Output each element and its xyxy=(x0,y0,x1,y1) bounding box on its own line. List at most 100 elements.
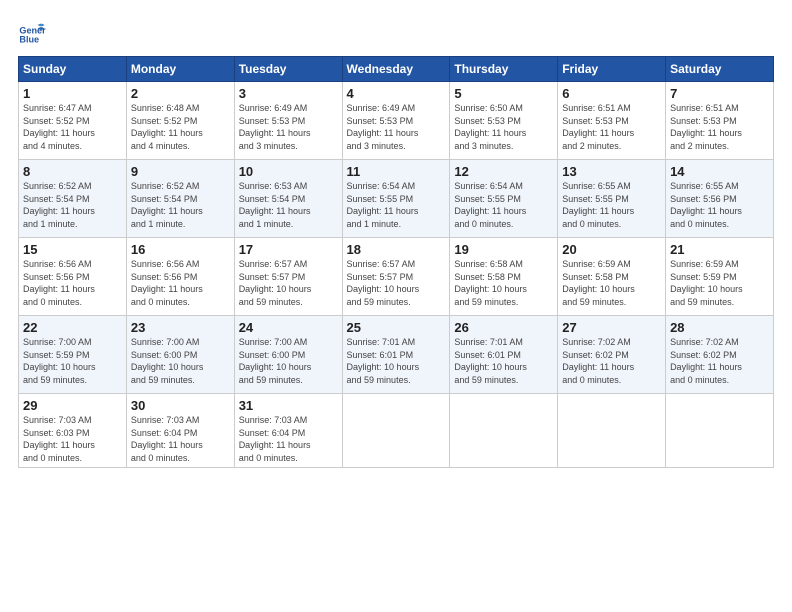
weekday-header-row: SundayMondayTuesdayWednesdayThursdayFrid… xyxy=(19,57,774,82)
day-number: 17 xyxy=(239,242,338,257)
day-info: Sunrise: 6:49 AM Sunset: 5:53 PM Dayligh… xyxy=(347,102,446,152)
day-info: Sunrise: 7:00 AM Sunset: 6:00 PM Dayligh… xyxy=(239,336,338,386)
weekday-header-wednesday: Wednesday xyxy=(342,57,450,82)
day-info: Sunrise: 7:00 AM Sunset: 5:59 PM Dayligh… xyxy=(23,336,122,386)
day-number: 4 xyxy=(347,86,446,101)
week-row-3: 15 Sunrise: 6:56 AM Sunset: 5:56 PM Dayli… xyxy=(19,238,774,316)
calendar-cell: 18Sunrise: 6:57 AM Sunset: 5:57 PM Dayli… xyxy=(342,238,450,316)
day-number: 9 xyxy=(131,164,230,179)
day-info: Sunrise: 6:59 AM Sunset: 5:59 PM Dayligh… xyxy=(670,258,769,308)
calendar-cell: 30Sunrise: 7:03 AM Sunset: 6:04 PM Dayli… xyxy=(126,394,234,468)
day-number: 15 xyxy=(23,242,122,257)
day-info: Sunrise: 6:59 AM Sunset: 5:58 PM Dayligh… xyxy=(562,258,661,308)
day-info: Sunrise: 6:55 AM Sunset: 5:56 PM Dayligh… xyxy=(670,180,769,230)
day-info: Sunrise: 6:55 AM Sunset: 5:55 PM Dayligh… xyxy=(562,180,661,230)
weekday-header-friday: Friday xyxy=(558,57,666,82)
day-info: Sunrise: 6:48 AM Sunset: 5:52 PM Dayligh… xyxy=(131,102,230,152)
calendar-cell: 31Sunrise: 7:03 AM Sunset: 6:04 PM Dayli… xyxy=(234,394,342,468)
day-info: Sunrise: 6:51 AM Sunset: 5:53 PM Dayligh… xyxy=(562,102,661,152)
day-number: 1 xyxy=(23,86,122,101)
day-number: 25 xyxy=(347,320,446,335)
week-row-1: 1Sunrise: 6:47 AM Sunset: 5:52 PM Daylig… xyxy=(19,82,774,160)
day-number: 5 xyxy=(454,86,553,101)
calendar-cell: 24Sunrise: 7:00 AM Sunset: 6:00 PM Dayli… xyxy=(234,316,342,394)
calendar-cell: 29Sunrise: 7:03 AM Sunset: 6:03 PM Dayli… xyxy=(19,394,127,468)
day-info: Sunrise: 6:56 AM Sunset: 5:56 PM Dayligh… xyxy=(131,258,230,308)
day-number: 27 xyxy=(562,320,661,335)
day-number: 26 xyxy=(454,320,553,335)
day-number: 3 xyxy=(239,86,338,101)
day-number: 30 xyxy=(131,398,230,413)
calendar-cell: 22Sunrise: 7:00 AM Sunset: 5:59 PM Dayli… xyxy=(19,316,127,394)
calendar-cell: 17Sunrise: 6:57 AM Sunset: 5:57 PM Dayli… xyxy=(234,238,342,316)
week-row-4: 22Sunrise: 7:00 AM Sunset: 5:59 PM Dayli… xyxy=(19,316,774,394)
calendar-cell: 13Sunrise: 6:55 AM Sunset: 5:55 PM Dayli… xyxy=(558,160,666,238)
day-info: Sunrise: 7:01 AM Sunset: 6:01 PM Dayligh… xyxy=(347,336,446,386)
day-number: 24 xyxy=(239,320,338,335)
week-row-2: 8Sunrise: 6:52 AM Sunset: 5:54 PM Daylig… xyxy=(19,160,774,238)
day-info: Sunrise: 6:58 AM Sunset: 5:58 PM Dayligh… xyxy=(454,258,553,308)
logo-icon: General Blue xyxy=(18,18,46,46)
weekday-header-monday: Monday xyxy=(126,57,234,82)
day-info: Sunrise: 6:54 AM Sunset: 5:55 PM Dayligh… xyxy=(347,180,446,230)
calendar-cell: 11Sunrise: 6:54 AM Sunset: 5:55 PM Dayli… xyxy=(342,160,450,238)
calendar-cell xyxy=(342,394,450,468)
day-number: 31 xyxy=(239,398,338,413)
calendar-cell: 6Sunrise: 6:51 AM Sunset: 5:53 PM Daylig… xyxy=(558,82,666,160)
day-number: 14 xyxy=(670,164,769,179)
day-number: 10 xyxy=(239,164,338,179)
day-info: Sunrise: 7:01 AM Sunset: 6:01 PM Dayligh… xyxy=(454,336,553,386)
svg-text:Blue: Blue xyxy=(19,35,39,45)
day-info: Sunrise: 7:02 AM Sunset: 6:02 PM Dayligh… xyxy=(670,336,769,386)
day-number: 23 xyxy=(131,320,230,335)
day-info: Sunrise: 6:50 AM Sunset: 5:53 PM Dayligh… xyxy=(454,102,553,152)
day-number: 19 xyxy=(454,242,553,257)
calendar-cell: 20Sunrise: 6:59 AM Sunset: 5:58 PM Dayli… xyxy=(558,238,666,316)
calendar-cell: 9Sunrise: 6:52 AM Sunset: 5:54 PM Daylig… xyxy=(126,160,234,238)
calendar-cell: 4Sunrise: 6:49 AM Sunset: 5:53 PM Daylig… xyxy=(342,82,450,160)
day-info: Sunrise: 6:52 AM Sunset: 5:54 PM Dayligh… xyxy=(23,180,122,230)
day-info: Sunrise: 6:47 AM Sunset: 5:52 PM Dayligh… xyxy=(23,102,122,152)
calendar-cell: 1Sunrise: 6:47 AM Sunset: 5:52 PM Daylig… xyxy=(19,82,127,160)
day-info: Sunrise: 7:03 AM Sunset: 6:04 PM Dayligh… xyxy=(239,414,338,464)
day-number: 8 xyxy=(23,164,122,179)
day-info: Sunrise: 6:52 AM Sunset: 5:54 PM Dayligh… xyxy=(131,180,230,230)
day-number: 22 xyxy=(23,320,122,335)
calendar-cell: 10Sunrise: 6:53 AM Sunset: 5:54 PM Dayli… xyxy=(234,160,342,238)
day-number: 6 xyxy=(562,86,661,101)
day-info: Sunrise: 6:54 AM Sunset: 5:55 PM Dayligh… xyxy=(454,180,553,230)
calendar-cell: 16Sunrise: 6:56 AM Sunset: 5:56 PM Dayli… xyxy=(126,238,234,316)
calendar-table: SundayMondayTuesdayWednesdayThursdayFrid… xyxy=(18,56,774,468)
calendar-cell: 23Sunrise: 7:00 AM Sunset: 6:00 PM Dayli… xyxy=(126,316,234,394)
header: General Blue xyxy=(18,18,774,46)
day-number: 21 xyxy=(670,242,769,257)
calendar-cell: 3Sunrise: 6:49 AM Sunset: 5:53 PM Daylig… xyxy=(234,82,342,160)
logo: General Blue xyxy=(18,18,50,46)
day-info: Sunrise: 6:53 AM Sunset: 5:54 PM Dayligh… xyxy=(239,180,338,230)
day-number: 16 xyxy=(131,242,230,257)
day-number: 12 xyxy=(454,164,553,179)
calendar-cell: 15Sunrise: 6:56 AM Sunset: 5:56 PM Dayli… xyxy=(19,238,127,316)
weekday-header-saturday: Saturday xyxy=(666,57,774,82)
day-number: 13 xyxy=(562,164,661,179)
day-number: 29 xyxy=(23,398,122,413)
day-number: 18 xyxy=(347,242,446,257)
week-row-5: 29Sunrise: 7:03 AM Sunset: 6:03 PM Dayli… xyxy=(19,394,774,468)
day-info: Sunrise: 6:57 AM Sunset: 5:57 PM Dayligh… xyxy=(347,258,446,308)
calendar-cell: 27Sunrise: 7:02 AM Sunset: 6:02 PM Dayli… xyxy=(558,316,666,394)
calendar-cell: 7Sunrise: 6:51 AM Sunset: 5:53 PM Daylig… xyxy=(666,82,774,160)
calendar-cell: 25Sunrise: 7:01 AM Sunset: 6:01 PM Dayli… xyxy=(342,316,450,394)
day-info: Sunrise: 6:51 AM Sunset: 5:53 PM Dayligh… xyxy=(670,102,769,152)
calendar-cell: 28Sunrise: 7:02 AM Sunset: 6:02 PM Dayli… xyxy=(666,316,774,394)
day-info: Sunrise: 6:49 AM Sunset: 5:53 PM Dayligh… xyxy=(239,102,338,152)
day-info: Sunrise: 7:03 AM Sunset: 6:03 PM Dayligh… xyxy=(23,414,122,464)
weekday-header-sunday: Sunday xyxy=(19,57,127,82)
page: General Blue SundayMondayTuesdayWednesda… xyxy=(0,0,792,612)
calendar-cell xyxy=(666,394,774,468)
day-number: 2 xyxy=(131,86,230,101)
day-info: Sunrise: 7:00 AM Sunset: 6:00 PM Dayligh… xyxy=(131,336,230,386)
calendar-cell: 21Sunrise: 6:59 AM Sunset: 5:59 PM Dayli… xyxy=(666,238,774,316)
day-number: 20 xyxy=(562,242,661,257)
calendar-cell xyxy=(558,394,666,468)
calendar-cell: 14Sunrise: 6:55 AM Sunset: 5:56 PM Dayli… xyxy=(666,160,774,238)
